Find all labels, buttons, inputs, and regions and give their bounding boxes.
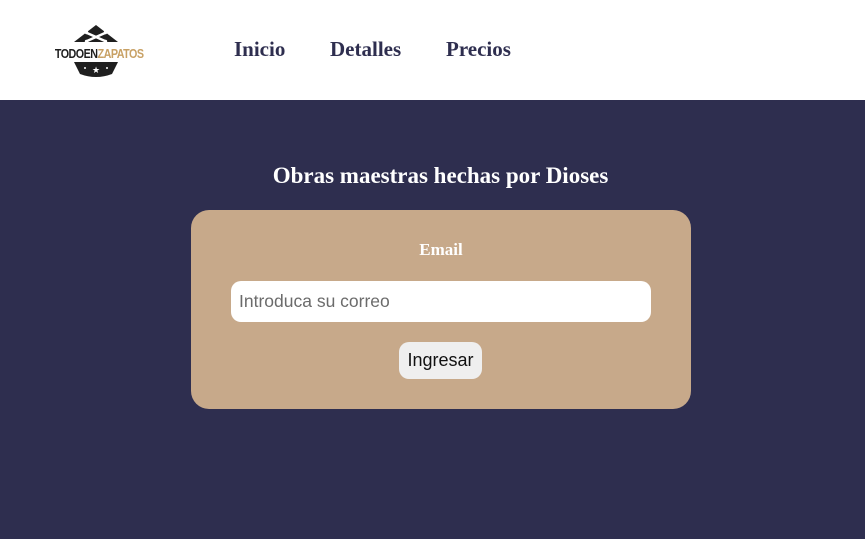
logo[interactable]: ★ TODOENZAPATOS (46, 20, 146, 80)
nav-link-precios[interactable]: Precios (446, 36, 511, 62)
logo-wordmark: TODOENZAPATOS (54, 47, 144, 61)
site-header: ★ TODOENZAPATOS Inicio Detalles Precios (0, 0, 865, 100)
email-label: Email (419, 240, 463, 259)
signup-card: Email Ingresar (191, 210, 691, 409)
logo-word-accent: ZAPATOS (97, 47, 144, 61)
svg-text:★: ★ (92, 66, 100, 76)
nav-link-inicio[interactable]: Inicio (234, 36, 285, 62)
nav-link-detalles[interactable]: Detalles (330, 36, 401, 62)
submit-button[interactable]: Ingresar (399, 342, 482, 379)
email-field[interactable] (231, 281, 651, 322)
hero-title: Obras maestras hechas por Dioses (272, 163, 609, 188)
logo-word-primary: TODOEN (54, 47, 98, 61)
